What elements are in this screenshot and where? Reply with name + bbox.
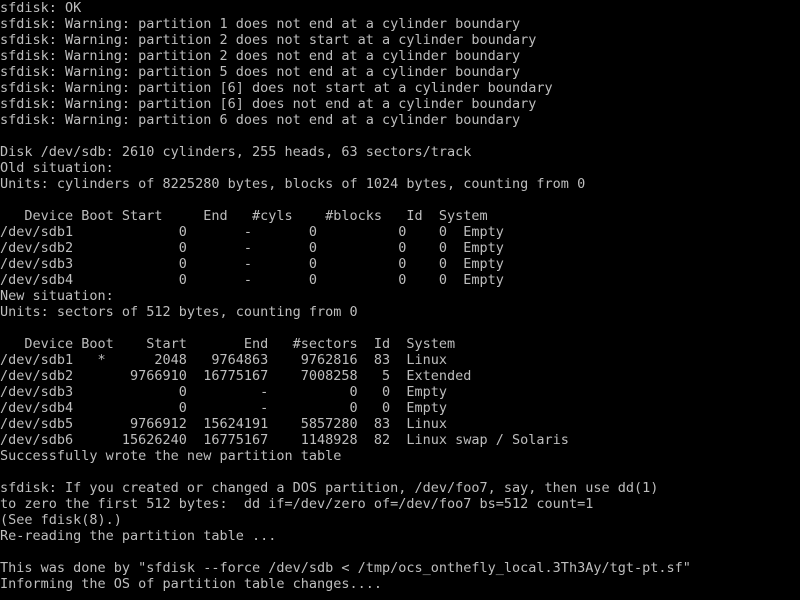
terminal-line: /dev/sdb1 * 2048 9764863 9762816 83 Linu… <box>0 352 448 368</box>
terminal-line: sfdisk: Warning: partition [6] does not … <box>0 96 537 112</box>
terminal-line: to zero the first 512 bytes: dd if=/dev/… <box>0 496 594 512</box>
terminal-line: /dev/sdb2 0 - 0 0 0 Empty <box>0 240 504 256</box>
terminal-line: Old situation: <box>0 160 114 176</box>
terminal-line: sfdisk: Warning: partition 5 does not en… <box>0 64 521 80</box>
terminal-line: Disk /dev/sdb: 2610 cylinders, 255 heads… <box>0 144 472 160</box>
terminal-line: Successfully wrote the new partition tab… <box>0 448 342 464</box>
terminal-line: sfdisk: Warning: partition [6] does not … <box>0 80 553 96</box>
terminal-line: sfdisk: If you created or changed a DOS … <box>0 480 659 496</box>
terminal-line: /dev/sdb3 0 - 0 0 Empty <box>0 384 448 400</box>
terminal-line: Device Boot Start End #sectors Id System <box>0 336 456 352</box>
terminal-line: Device Boot Start End #cyls #blocks Id S… <box>0 208 488 224</box>
terminal-line: /dev/sdb1 0 - 0 0 0 Empty <box>0 224 504 240</box>
terminal-line: /dev/sdb4 0 - 0 0 0 Empty <box>0 272 504 288</box>
terminal-line: /dev/sdb6 15626240 16775167 1148928 82 L… <box>0 432 569 448</box>
terminal-line: Re-reading the partition table ... <box>0 528 277 544</box>
terminal-line: This was done by "sfdisk --force /dev/sd… <box>0 560 691 576</box>
terminal-line: (See fdisk(8).) <box>0 512 122 528</box>
terminal-line: /dev/sdb2 9766910 16775167 7008258 5 Ext… <box>0 368 472 384</box>
terminal-line: New situation: <box>0 288 114 304</box>
terminal-line: Informing the OS of partition table chan… <box>0 576 383 592</box>
terminal-line: /dev/sdb3 0 - 0 0 0 Empty <box>0 256 504 272</box>
terminal-line: sfdisk: Warning: partition 1 does not en… <box>0 16 521 32</box>
terminal-screen[interactable]: sfdisk: OK sfdisk: Warning: partition 1 d… <box>0 0 800 600</box>
terminal-line: sfdisk: Warning: partition 6 does not en… <box>0 112 521 128</box>
terminal-line: sfdisk: Warning: partition 2 does not en… <box>0 48 521 64</box>
terminal-line: sfdisk: OK <box>0 0 82 16</box>
terminal-line: Units: sectors of 512 bytes, counting fr… <box>0 304 358 320</box>
terminal-line: /dev/sdb4 0 - 0 0 Empty <box>0 400 448 416</box>
terminal-line: /dev/sdb5 9766912 15624191 5857280 83 Li… <box>0 416 448 432</box>
terminal-line: sfdisk: Warning: partition 2 does not st… <box>0 32 537 48</box>
terminal-line: Units: cylinders of 8225280 bytes, block… <box>0 176 586 192</box>
